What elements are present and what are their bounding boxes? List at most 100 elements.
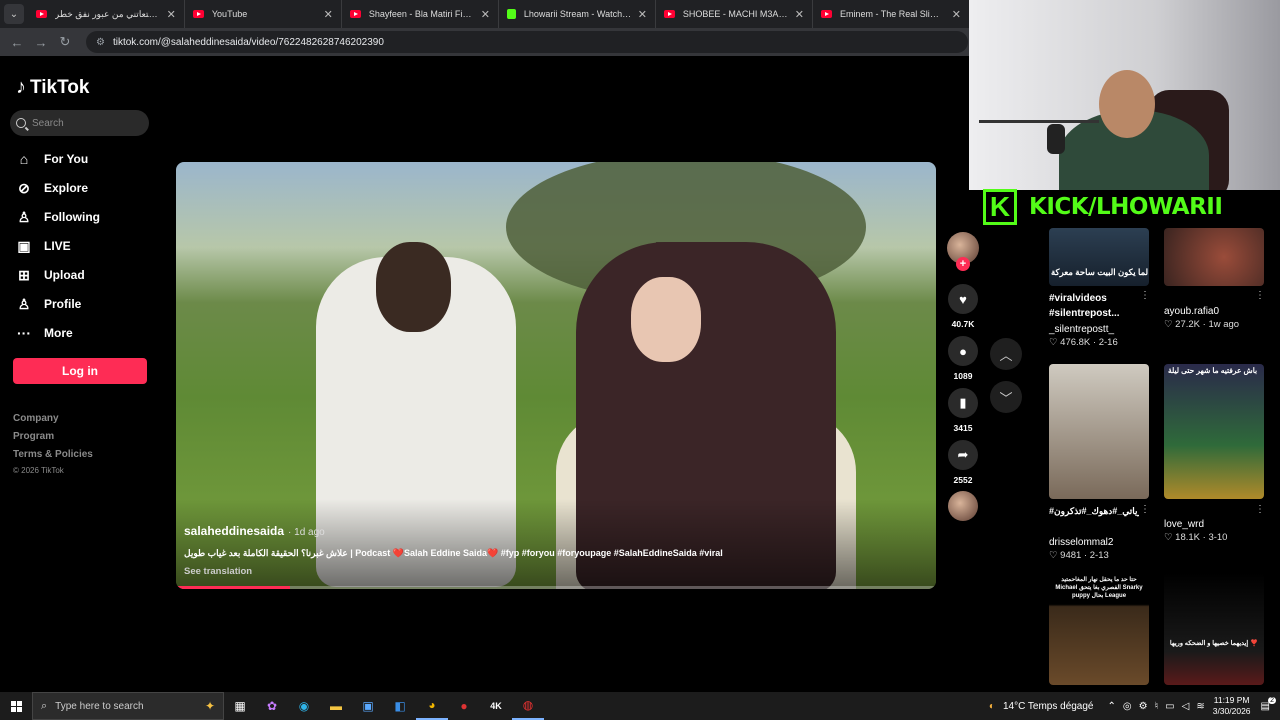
- browser-tab[interactable]: Lhowarii Stream - Watch Live on K ✕: [499, 0, 656, 28]
- comment-button[interactable]: ●: [948, 336, 978, 366]
- like-button[interactable]: ♥: [948, 284, 978, 314]
- browser-tab[interactable]: YouTube ✕: [185, 0, 342, 28]
- nav-explore[interactable]: ⊘ Explore: [14, 177, 88, 199]
- app-4k-icon[interactable]: 4K: [480, 692, 512, 720]
- grid-likes: 476.8K: [1060, 337, 1091, 348]
- next-video-button[interactable]: ﹀: [990, 381, 1022, 413]
- close-icon[interactable]: ✕: [324, 8, 333, 21]
- url-bar[interactable]: ⚙ tiktok.com/@salaheddinesaida/video/7622…: [86, 31, 968, 53]
- browser-tab[interactable]: SHOBEE - MACHI M3ANA - You ✕: [656, 0, 813, 28]
- follow-plus-icon[interactable]: +: [956, 257, 970, 271]
- task-view-icon[interactable]: ▦: [224, 692, 256, 720]
- share-button[interactable]: ➦: [948, 440, 978, 470]
- app-dark-icon[interactable]: ◍: [512, 692, 544, 720]
- author-handle[interactable]: salaheddinesaida: [184, 524, 284, 538]
- nav-label: Explore: [44, 181, 89, 195]
- bluetooth-icon[interactable]: ⚙: [1139, 701, 1148, 712]
- more-options-icon[interactable]: ⋮: [1255, 290, 1265, 301]
- grid-author[interactable]: ayoub.rafia0: [1164, 304, 1219, 319]
- compass-icon: ⊘: [18, 179, 30, 196]
- video-progress-bar[interactable]: [176, 586, 936, 589]
- windows-taskbar: ⌕ Type here to search ✦ ▦ ✿ ◉ ▬ ▣ ◧ ◕ ● 4K…: [0, 692, 1280, 720]
- youtube-icon: [820, 10, 832, 18]
- grid-thumbnail[interactable]: [1164, 228, 1264, 286]
- comment-icon: ●: [959, 343, 967, 359]
- video-author[interactable]: salaheddinesaida · 1d ago: [184, 524, 325, 538]
- previous-video-button[interactable]: ︿: [990, 338, 1022, 370]
- file-explorer-icon[interactable]: ▬: [320, 692, 352, 720]
- footer-link-program[interactable]: Program: [13, 431, 54, 442]
- nav-live[interactable]: ▣ LIVE: [14, 235, 70, 257]
- footer-link-terms[interactable]: Terms & Policies: [13, 449, 93, 460]
- more-options-icon[interactable]: ⋮: [1140, 504, 1150, 515]
- chrome-icon[interactable]: ◕: [416, 692, 448, 720]
- search-input[interactable]: Search: [10, 110, 149, 136]
- grid-title[interactable]: #viralvideos #silentrepost...: [1049, 291, 1139, 321]
- grid-thumbnail[interactable]: حتا حد ما يحقل نهار المغاحمتيد Michael ا…: [1049, 573, 1149, 685]
- back-arrow-icon[interactable]: ←: [8, 35, 26, 50]
- grid-thumbnail[interactable]: [1049, 364, 1149, 499]
- tiktok-logo[interactable]: ♪ TikTok: [16, 76, 89, 99]
- tray-chevron-icon[interactable]: ⌃: [1108, 701, 1116, 712]
- close-icon[interactable]: ✕: [481, 8, 490, 21]
- grid-thumbnail[interactable]: باش عرفتيه ما شهر حتى ليلة: [1164, 364, 1264, 499]
- nav-upload[interactable]: ⊞ Upload: [14, 264, 85, 286]
- youtube-icon: [192, 10, 204, 18]
- taskbar-search[interactable]: ⌕ Type here to search ✦: [32, 692, 224, 720]
- outlook-icon[interactable]: ◧: [384, 692, 416, 720]
- start-button[interactable]: [0, 692, 32, 720]
- video-player[interactable]: salaheddinesaida · 1d ago علاش غبرنا؟ الح…: [176, 162, 936, 589]
- browser-tab[interactable]: Eminem - The Real Slim Shady ✕: [813, 0, 970, 28]
- grid-thumbnail[interactable]: لما يكون البيت ساحة معركة: [1049, 228, 1149, 286]
- grid-author[interactable]: drisselommal2: [1049, 535, 1113, 550]
- browser-tab[interactable]: الشرطة متعاتني من عبور نفق خطر ✕: [28, 0, 185, 28]
- share-icon: ➦: [957, 447, 969, 462]
- display-icon[interactable]: ▭: [1165, 701, 1174, 712]
- close-icon[interactable]: ✕: [638, 8, 647, 21]
- save-button[interactable]: ▮: [948, 388, 978, 418]
- close-icon[interactable]: ✕: [952, 8, 961, 21]
- app-red-icon[interactable]: ●: [448, 692, 480, 720]
- see-translation-link[interactable]: See translation: [184, 566, 252, 577]
- tab-search-button[interactable]: ⌄: [4, 4, 24, 24]
- wifi-icon[interactable]: ≋: [1196, 701, 1204, 712]
- address-toolbar: ← → ↻ ⚙ tiktok.com/@salaheddinesaida/vide…: [0, 28, 970, 56]
- music-disc-avatar[interactable]: [948, 491, 978, 521]
- nav-profile[interactable]: ♙ Profile: [14, 293, 82, 315]
- comment-count: 1089: [953, 371, 973, 381]
- user-icon: ♙: [17, 208, 31, 225]
- youtube-icon: [663, 10, 675, 18]
- network-icon[interactable]: ◎: [1123, 701, 1132, 712]
- weather-icon[interactable]: ◐: [989, 701, 995, 712]
- store-icon[interactable]: ▣: [352, 692, 384, 720]
- site-settings-icon[interactable]: ⚙: [96, 37, 105, 48]
- kick-channel-text: KICK/LHOWARII: [1029, 194, 1223, 220]
- close-icon[interactable]: ✕: [795, 8, 804, 21]
- forward-arrow-icon[interactable]: →: [32, 35, 50, 50]
- volume-icon[interactable]: ◁: [1182, 701, 1190, 712]
- nav-following[interactable]: ♙ Following: [14, 206, 100, 228]
- notifications-icon[interactable]: ▤ 2: [1261, 696, 1276, 712]
- microphone-tray-icon[interactable]: ♮: [1155, 701, 1159, 712]
- close-icon[interactable]: ✕: [167, 8, 176, 21]
- grid-thumbnail[interactable]: إيديهما خصيها و الضحكه وريها ❣️: [1164, 573, 1264, 685]
- nav-label: Following: [44, 210, 100, 224]
- weather-text[interactable]: 14°C Temps dégagé: [1003, 701, 1094, 712]
- login-button[interactable]: Log in: [13, 358, 147, 384]
- clock-date: 3/30/2026: [1212, 706, 1251, 716]
- clock[interactable]: 11:19 PM 3/30/2026: [1213, 695, 1251, 717]
- browser-tab[interactable]: Shayfeen - Bla Matiri Fihoum (O ✕: [342, 0, 499, 28]
- nav-more[interactable]: ··· More: [14, 322, 73, 344]
- footer-link-company[interactable]: Company: [13, 413, 59, 424]
- grid-author[interactable]: _silentrepostt_: [1049, 322, 1114, 337]
- reload-icon[interactable]: ↻: [56, 34, 74, 50]
- copilot-icon[interactable]: ✿: [256, 692, 288, 720]
- thumbnail-text: حتا حد ما يحقل نهار المغاحمتيد Michael ا…: [1055, 577, 1143, 599]
- grid-stats: ♡ 476.8K · 2-16: [1049, 337, 1118, 348]
- more-options-icon[interactable]: ⋮: [1255, 504, 1265, 515]
- nav-for-you[interactable]: ⌂ For You: [14, 148, 88, 170]
- more-options-icon[interactable]: ⋮: [1140, 290, 1150, 301]
- grid-author[interactable]: love_wrd: [1164, 517, 1204, 532]
- grid-title[interactable]: #ذكرياتي_#دهوك_#تذكرون_#: [1049, 504, 1139, 519]
- edge-icon[interactable]: ◉: [288, 692, 320, 720]
